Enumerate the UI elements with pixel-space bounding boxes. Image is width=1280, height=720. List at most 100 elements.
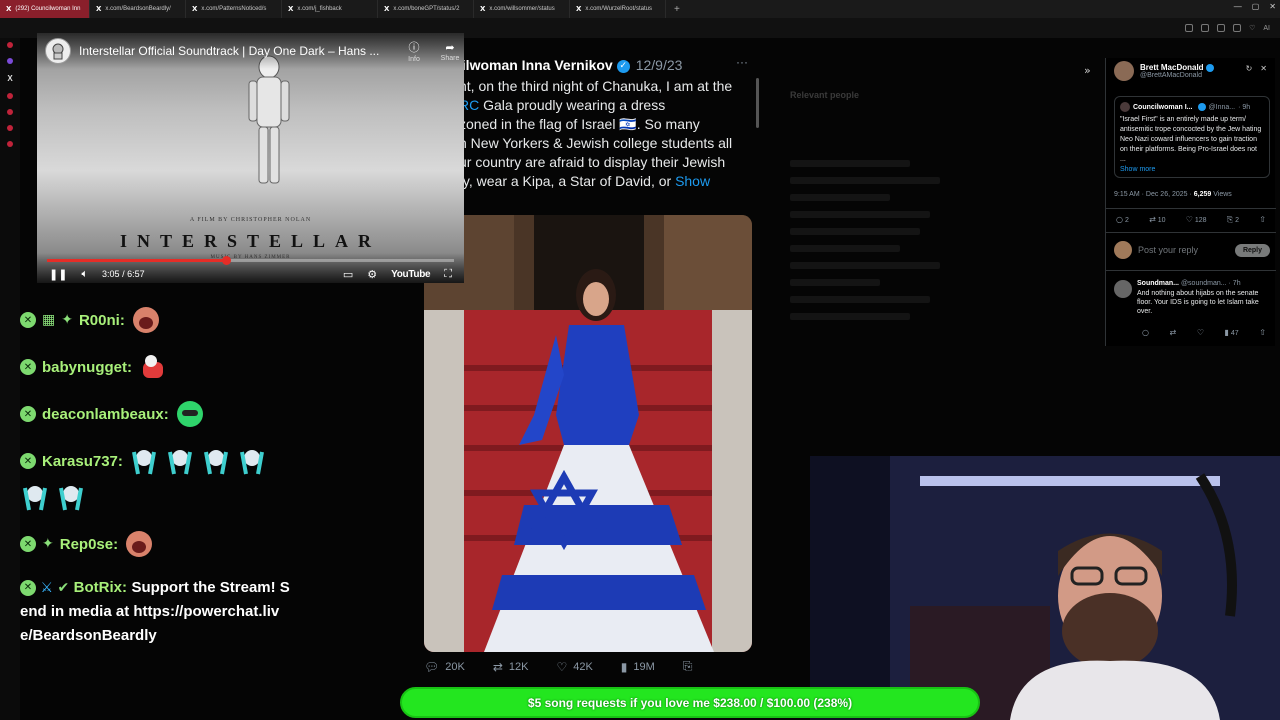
views-button[interactable]: ▮ 19M bbox=[621, 660, 655, 674]
app-dot-icon[interactable] bbox=[7, 58, 13, 64]
x-logo-icon: X bbox=[192, 5, 198, 13]
extension-icon[interactable] bbox=[1233, 24, 1242, 32]
scrollbar[interactable] bbox=[756, 78, 759, 128]
maximize-icon[interactable]: ▢ bbox=[1252, 2, 1260, 11]
author-name-text: Brett MacDonald bbox=[1140, 63, 1204, 72]
video-scrubber-handle[interactable] bbox=[222, 256, 232, 265]
close-icon[interactable]: ✕ bbox=[1269, 2, 1276, 11]
bot-sword-icon: ⚔ bbox=[40, 580, 54, 596]
browser-tab-label: x.com/WurzelRoot/status bbox=[585, 6, 652, 12]
like-button[interactable]: ♡ 128 bbox=[1186, 215, 1207, 225]
expand-panel-icon[interactable]: » bbox=[1084, 64, 1091, 77]
views-button[interactable]: ▮ 47 bbox=[1225, 328, 1239, 337]
avatar[interactable] bbox=[1114, 61, 1134, 81]
chat-username[interactable]: babynugget: bbox=[42, 359, 132, 376]
show-more-link[interactable]: Show bbox=[675, 173, 710, 189]
bookmark-button[interactable]: ⎘ bbox=[683, 659, 693, 674]
browser-tab-label: x.com/boneGPT/status/2 bbox=[393, 6, 460, 12]
chat-username[interactable]: deaconlambeaux: bbox=[42, 406, 169, 423]
chat-message: ✕ Karasu737: bbox=[20, 446, 290, 512]
platform-badge-icon: ✕ bbox=[20, 406, 36, 422]
app-dot-icon[interactable] bbox=[7, 109, 13, 115]
video-header: Interstellar Official Soundtrack | Day O… bbox=[37, 33, 464, 69]
bookmark-icon[interactable] bbox=[1185, 24, 1194, 32]
browser-tab[interactable]: Xx.com/willsommer/status bbox=[474, 0, 570, 18]
refresh-icon[interactable]: ↻ bbox=[1246, 64, 1253, 73]
heart-icon[interactable]: ♡ bbox=[1197, 328, 1204, 337]
reader-icon[interactable] bbox=[1201, 24, 1210, 32]
browser-tab[interactable]: Xx.com/boneGPT/status/2 bbox=[378, 0, 474, 18]
x-logo-icon[interactable]: X bbox=[7, 74, 12, 83]
poster-title: INTERSTELLAR bbox=[119, 231, 382, 251]
reply-icon[interactable]: ○ bbox=[1142, 328, 1149, 337]
video-title[interactable]: Interstellar Official Soundtrack | Day O… bbox=[79, 44, 392, 58]
volume-icon[interactable]: 🔈︎ bbox=[81, 267, 88, 281]
emote-icon bbox=[239, 450, 264, 475]
views-label: Views bbox=[1213, 191, 1232, 198]
captions-icon[interactable]: ▭ bbox=[343, 268, 353, 281]
share-button[interactable]: ➦ Share bbox=[436, 41, 464, 62]
app-dot-icon[interactable] bbox=[7, 141, 13, 147]
chat-message: ✕ ⚔ ✔ BotRix: Support the Stream! Send i… bbox=[20, 576, 290, 648]
settings-gear-icon[interactable]: ⚙ bbox=[367, 268, 377, 281]
more-options-icon[interactable]: ··· bbox=[736, 55, 748, 69]
show-more-link[interactable]: Show more bbox=[1120, 166, 1264, 173]
repost-icon[interactable]: ⇄ bbox=[1170, 328, 1177, 337]
emote-icon bbox=[59, 486, 83, 511]
reply-input[interactable]: Post your reply bbox=[1138, 245, 1229, 255]
chat-username[interactable]: Rep0se: bbox=[60, 536, 118, 553]
author-name[interactable]: Brett MacDonald bbox=[1140, 63, 1214, 72]
pause-icon[interactable]: ❚❚ bbox=[49, 268, 67, 281]
browser-tab-bar: X (292) Councilwoman Inn Xx.com/BeardsonBe… bbox=[0, 0, 1280, 18]
tweet-photo[interactable] bbox=[424, 215, 752, 652]
close-icon[interactable]: ✕ bbox=[1260, 64, 1267, 73]
chat-username[interactable]: Karasu737: bbox=[42, 453, 123, 470]
view-count: 19M bbox=[633, 660, 655, 673]
reply-submit-button[interactable]: Reply bbox=[1234, 243, 1270, 257]
video-progress-bar[interactable] bbox=[47, 256, 454, 265]
channel-avatar[interactable] bbox=[45, 38, 71, 64]
repost-button[interactable]: ⇄ 10 bbox=[1149, 215, 1165, 225]
minimize-icon[interactable]: — bbox=[1234, 2, 1242, 11]
app-dot-icon[interactable] bbox=[7, 42, 13, 48]
repost-button[interactable]: ⇄ 12K bbox=[493, 660, 529, 674]
emote-icon bbox=[167, 450, 192, 475]
video-control-row: ❚❚ 🔈︎ 3:05 / 6:57 ▭ ⚙ YouTube ⛶ bbox=[49, 267, 452, 281]
chat-username[interactable]: R00ni: bbox=[79, 312, 125, 329]
youtube-logo[interactable]: YouTube bbox=[391, 269, 431, 280]
browser-tab[interactable]: Xx.com/BeardsonBeardly/ bbox=[90, 0, 186, 18]
platform-badge-icon: ✕ bbox=[20, 453, 36, 469]
bookmark-button[interactable]: ⎘ 2 bbox=[1227, 215, 1239, 225]
video-player[interactable]: A FILM BY CHRISTOPHER NOLAN INTERSTELLAR… bbox=[37, 33, 464, 283]
comment[interactable]: Soundman... @soundman... · 7h And nothin… bbox=[1114, 280, 1270, 316]
browser-tab[interactable]: X (292) Councilwoman Inn bbox=[0, 0, 90, 18]
info-button[interactable]: ⓘ Info bbox=[400, 39, 428, 63]
app-dot-icon[interactable] bbox=[7, 93, 13, 99]
reply-button[interactable]: ○ 2 bbox=[1116, 215, 1129, 225]
ai-button[interactable]: AI bbox=[1263, 25, 1270, 32]
tweet-date[interactable]: 12/9/23 bbox=[636, 57, 683, 73]
like-button[interactable]: ♡ 42K bbox=[556, 660, 592, 674]
repost-icon: ⇄ bbox=[1149, 215, 1156, 224]
share-icon[interactable]: ⇧ bbox=[1259, 328, 1266, 337]
app-dot-icon[interactable] bbox=[7, 125, 13, 131]
browser-tab[interactable]: Xx.com/PatternsNoticed/s bbox=[186, 0, 282, 18]
share-button[interactable]: ⇧ bbox=[1259, 215, 1266, 225]
comment-author: Soundman... bbox=[1137, 280, 1179, 287]
x-logo-icon: X bbox=[576, 5, 582, 13]
browser-tab[interactable]: Xx.com/j_fishback bbox=[282, 0, 378, 18]
quoted-tweet[interactable]: Councilwoman I... @Inna... · 9h "Israel … bbox=[1114, 96, 1270, 178]
avatar bbox=[1114, 280, 1132, 298]
chat-username[interactable]: BotRix: bbox=[74, 579, 127, 596]
fullscreen-icon[interactable]: ⛶ bbox=[444, 267, 452, 281]
song-request-goal-banner: $5 song requests if you love me $238.00 … bbox=[400, 687, 980, 718]
video-frame: A FILM BY CHRISTOPHER NOLAN INTERSTELLAR… bbox=[37, 33, 464, 283]
browser-tab[interactable]: Xx.com/WurzelRoot/status bbox=[570, 0, 666, 18]
shield-icon[interactable] bbox=[1217, 24, 1226, 32]
tweet-text-line: RC Gala proudly wearing a dress bbox=[459, 97, 666, 113]
heart-icon[interactable]: ♡ bbox=[1249, 24, 1255, 32]
tweet-author[interactable]: cilwoman Inna Vernikov ✓ 12/9/23 bbox=[454, 57, 682, 73]
new-tab-button[interactable]: + bbox=[666, 4, 688, 15]
avatar bbox=[1120, 102, 1130, 112]
reply-button[interactable]: 💬︎ 20K bbox=[424, 660, 465, 674]
